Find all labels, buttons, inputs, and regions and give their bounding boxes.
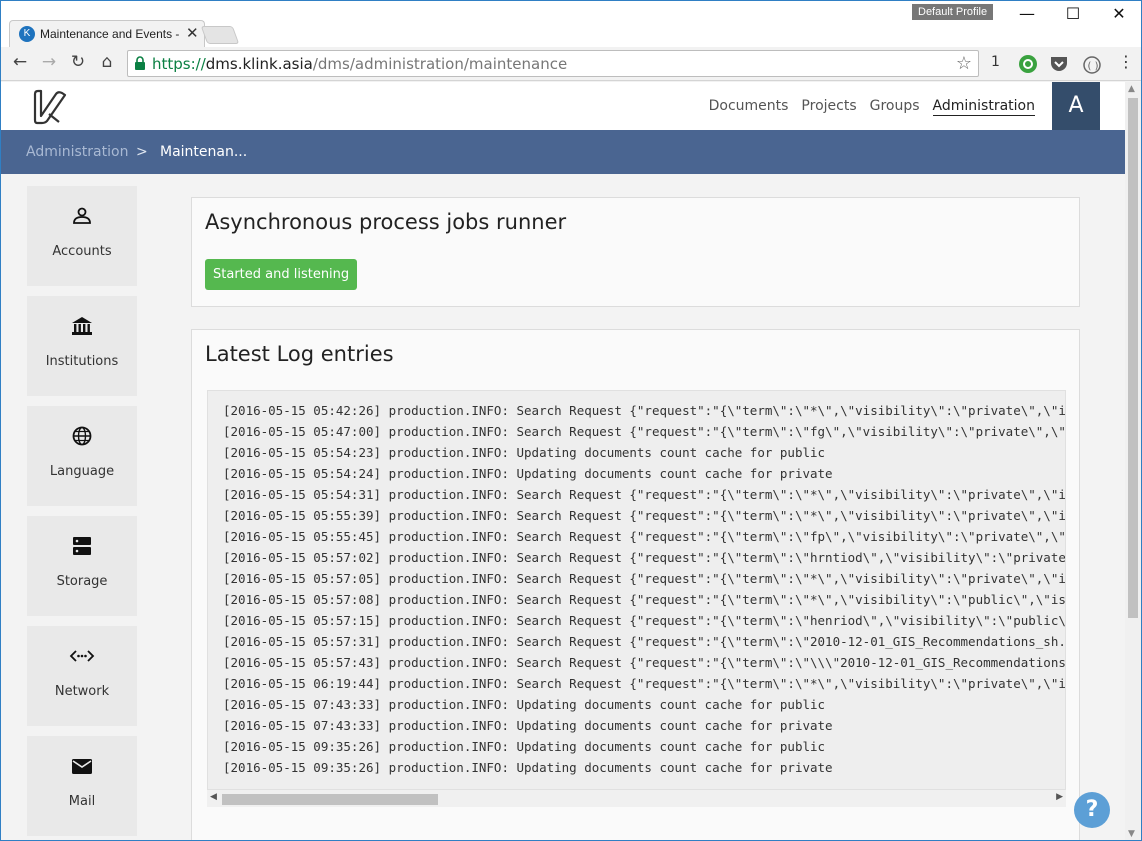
- extension-count[interactable]: 1: [991, 54, 1000, 70]
- reload-icon[interactable]: ↻: [67, 52, 89, 72]
- nav-groups[interactable]: Groups: [870, 98, 920, 116]
- breadcrumb: Administration > Maintenan...: [1, 130, 1125, 174]
- log-entry: [2016-05-15 05:57:43] production.INFO: S…: [223, 655, 1066, 670]
- page-viewport: Documents Projects Groups Administration…: [1, 82, 1125, 840]
- user-icon: [73, 207, 91, 224]
- sidebar-item-institutions[interactable]: Institutions: [27, 296, 137, 396]
- log-entry: [2016-05-15 05:54:24] production.INFO: U…: [223, 466, 833, 481]
- network-icon: [69, 650, 95, 662]
- sidebar-item-label: Mail: [68, 794, 96, 809]
- extension-green-icon[interactable]: [1018, 54, 1038, 74]
- log-entry: [2016-05-15 05:55:45] production.INFO: S…: [223, 529, 1066, 544]
- breadcrumb-current: Maintenan...: [160, 144, 248, 160]
- sidebar-item-label: Language: [49, 464, 115, 479]
- log-entry: [2016-05-15 05:57:31] production.INFO: S…: [223, 634, 1066, 649]
- sidebar-item-label: Storage: [56, 574, 108, 589]
- log-entry: [2016-05-15 05:55:39] production.INFO: S…: [223, 508, 1066, 523]
- scroll-up-icon[interactable]: ▲: [1128, 84, 1135, 94]
- forward-arrow-icon[interactable]: →: [38, 52, 60, 72]
- svg-text:( ): ( ): [1088, 61, 1099, 72]
- log-entry: [2016-05-15 05:54:31] production.INFO: S…: [223, 487, 1066, 502]
- bookmark-star-icon[interactable]: ☆: [956, 53, 972, 74]
- log-entry: [2016-05-15 05:57:05] production.INFO: S…: [223, 571, 1066, 586]
- log-panel-title: Latest Log entries: [205, 342, 394, 366]
- log-entry: [2016-05-15 05:57:02] production.INFO: S…: [223, 550, 1066, 565]
- mail-icon: [72, 759, 92, 774]
- log-entries-panel: Latest Log entries [2016-05-15 05:42:26]…: [191, 329, 1080, 840]
- sidebar-item-label: Accounts: [52, 244, 112, 259]
- globe-icon: [72, 426, 92, 446]
- breadcrumb-administration[interactable]: Administration: [26, 144, 128, 160]
- page-vertical-scrollbar[interactable]: ▲ ▼: [1125, 82, 1141, 840]
- nav-projects[interactable]: Projects: [801, 98, 856, 116]
- log-horizontal-scrollbar[interactable]: ◀ ▶: [207, 790, 1066, 807]
- nav-documents[interactable]: Documents: [709, 98, 789, 116]
- log-entry: [2016-05-15 05:57:08] production.INFO: S…: [223, 592, 1066, 607]
- browser-tab[interactable]: K Maintenance and Events - ✕: [9, 20, 205, 47]
- browser-window: K Maintenance and Events - ✕ Default Pro…: [0, 0, 1142, 841]
- maximize-button[interactable]: ☐: [1050, 4, 1096, 23]
- url-text: https://dms.klink.asia/dms/administratio…: [152, 55, 567, 73]
- pocket-icon[interactable]: [1049, 55, 1069, 73]
- url-scheme: https://: [152, 55, 206, 73]
- log-entry: [2016-05-15 05:54:23] production.INFO: U…: [223, 445, 826, 460]
- breadcrumb-separator: >: [136, 144, 148, 160]
- log-entry: [2016-05-15 09:35:26] production.INFO: U…: [223, 760, 833, 775]
- close-window-button[interactable]: ✕: [1096, 4, 1141, 23]
- menu-dots-icon[interactable]: ⋮: [1118, 52, 1134, 71]
- lock-icon: [135, 56, 145, 70]
- scroll-left-icon[interactable]: ◀: [210, 792, 217, 802]
- sidebar-item-language[interactable]: Language: [27, 406, 137, 506]
- extension-circle-icon[interactable]: ( ): [1082, 55, 1102, 75]
- url-path: /dms/administration/maintenance: [312, 55, 568, 73]
- browser-toolbar: ← → ↻ ⌂ https://dms.klink.asia/dms/admin…: [1, 47, 1141, 81]
- title-bar: K Maintenance and Events - ✕ Default Pro…: [1, 1, 1141, 47]
- user-avatar[interactable]: A: [1052, 82, 1100, 130]
- back-arrow-icon[interactable]: ←: [9, 52, 31, 72]
- url-host: dms.klink.asia: [205, 55, 313, 73]
- scroll-right-icon[interactable]: ▶: [1056, 792, 1063, 802]
- app-header: Documents Projects Groups Administration…: [1, 82, 1125, 130]
- sidebar-item-label: Network: [54, 684, 110, 699]
- log-entry: [2016-05-15 06:19:44] production.INFO: S…: [223, 676, 1066, 691]
- profile-badge[interactable]: Default Profile: [912, 4, 994, 20]
- address-bar[interactable]: https://dms.klink.asia/dms/administratio…: [127, 50, 979, 77]
- sidebar-item-storage[interactable]: Storage: [27, 516, 137, 616]
- klink-favicon-icon: K: [19, 26, 35, 42]
- sidebar-item-mail[interactable]: Mail: [27, 736, 137, 836]
- storage-icon: [73, 537, 91, 555]
- institution-icon: [72, 317, 92, 335]
- new-tab-button[interactable]: [200, 26, 240, 44]
- tab-title: Maintenance and Events -: [40, 27, 180, 41]
- log-entry: [2016-05-15 07:43:33] production.INFO: U…: [223, 697, 826, 712]
- klink-logo-icon[interactable]: [31, 88, 69, 126]
- home-icon[interactable]: ⌂: [96, 52, 118, 72]
- nav-administration[interactable]: Administration: [932, 98, 1035, 116]
- scrollbar-thumb[interactable]: [222, 794, 438, 805]
- tab-close-icon[interactable]: ✕: [186, 24, 199, 42]
- minimize-button[interactable]: —: [1004, 4, 1050, 23]
- sidebar-item-label: Institutions: [45, 354, 119, 369]
- help-icon[interactable]: ?: [1074, 792, 1110, 828]
- jobs-runner-panel: Asynchronous process jobs runner Started…: [191, 197, 1080, 307]
- top-navigation: Documents Projects Groups Administration: [709, 98, 1035, 116]
- log-entry: [2016-05-15 07:43:33] production.INFO: U…: [223, 718, 833, 733]
- log-entry: [2016-05-15 05:42:26] production.INFO: S…: [223, 403, 1066, 418]
- log-entry: [2016-05-15 05:47:00] production.INFO: S…: [223, 424, 1066, 439]
- sidebar-item-accounts[interactable]: Accounts: [27, 186, 137, 286]
- log-entry: [2016-05-15 09:35:26] production.INFO: U…: [223, 739, 826, 754]
- scrollbar-thumb[interactable]: [1128, 98, 1138, 618]
- log-entry: [2016-05-15 05:57:15] production.INFO: S…: [223, 613, 1066, 628]
- jobs-panel-title: Asynchronous process jobs runner: [205, 210, 567, 234]
- scroll-down-icon[interactable]: ▼: [1128, 829, 1135, 839]
- log-output[interactable]: [2016-05-15 05:42:26] production.INFO: S…: [207, 390, 1066, 790]
- jobs-status-button[interactable]: Started and listening: [205, 259, 358, 290]
- sidebar-item-network[interactable]: Network: [27, 626, 137, 726]
